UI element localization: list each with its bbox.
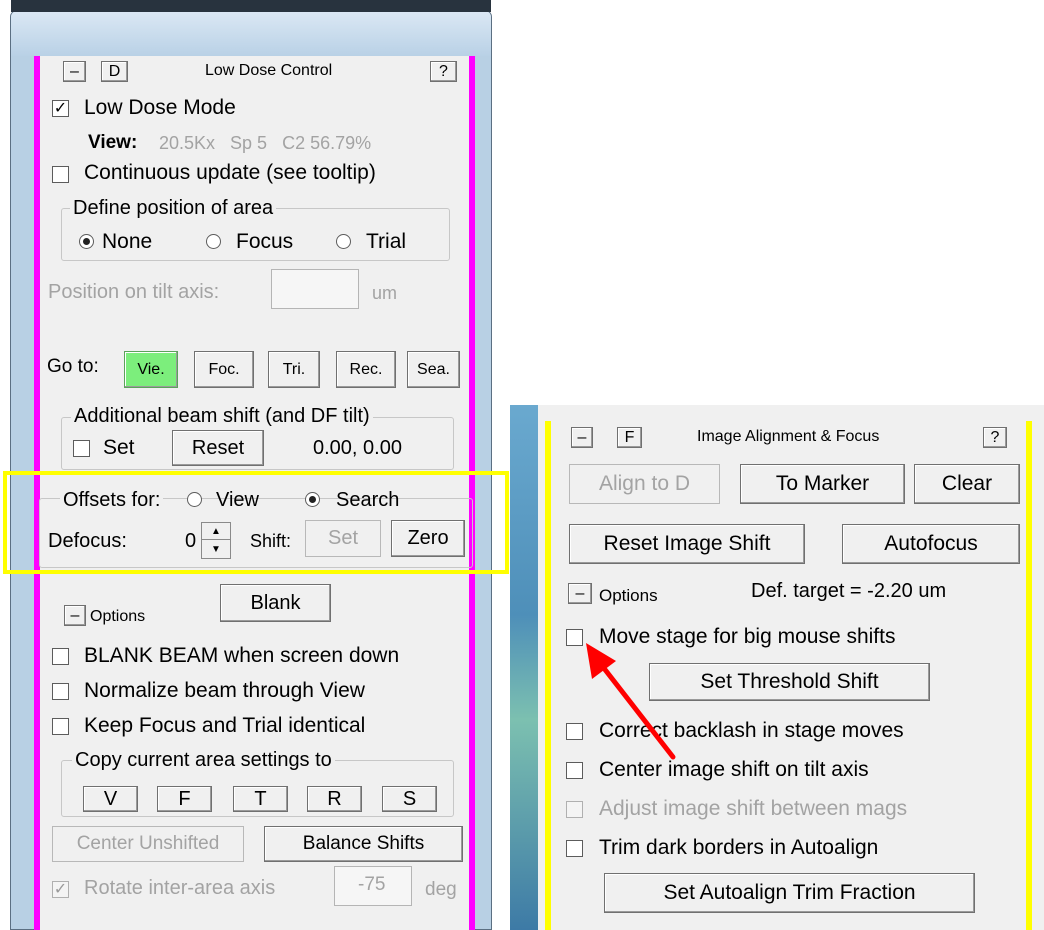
- collapse-button[interactable]: –: [63, 61, 86, 82]
- radio-focus-label: Focus: [236, 230, 294, 253]
- continuous-update-checkbox[interactable]: [52, 166, 69, 183]
- radio-trial[interactable]: [336, 234, 351, 249]
- highlight-box: [3, 471, 509, 574]
- view-label: View:: [88, 132, 138, 153]
- arrow-shaft: [600, 664, 676, 760]
- beam-shift-set-label: Set: [103, 436, 135, 459]
- beam-shift-set-checkbox[interactable]: [73, 440, 90, 457]
- rotate-value: -75: [358, 874, 386, 895]
- window-titlebar[interactable]: [11, 11, 491, 56]
- position-tilt-input[interactable]: [271, 269, 359, 309]
- keep-focus-checkbox[interactable]: [52, 718, 69, 735]
- keep-focus-label: Keep Focus and Trial identical: [84, 714, 366, 737]
- copy-f-button[interactable]: F: [157, 786, 212, 812]
- goto-record-button[interactable]: Rec.: [336, 351, 396, 388]
- help-button[interactable]: ?: [430, 61, 457, 82]
- copy-s-button[interactable]: S: [382, 786, 437, 812]
- copy-r-button[interactable]: R: [307, 786, 362, 812]
- position-tilt-unit: um: [372, 283, 398, 303]
- blank-beam-checkbox[interactable]: [52, 648, 69, 665]
- view-info: 20.5Kx Sp 5 C2 56.79%: [159, 133, 372, 153]
- define-position-legend: Define position of area: [70, 198, 277, 218]
- center-unshifted-button[interactable]: Center Unshifted: [52, 826, 244, 862]
- normalize-checkbox[interactable]: [52, 683, 69, 700]
- arrow-head-icon: [586, 643, 616, 679]
- beam-shift-reset-button[interactable]: Reset: [172, 430, 264, 466]
- goto-trial-button[interactable]: Tri.: [268, 351, 320, 388]
- options-label: Options: [90, 608, 146, 625]
- radio-none-label: None: [102, 230, 153, 253]
- radio-none[interactable]: [79, 234, 94, 249]
- low-dose-mode-label: Low Dose Mode: [84, 96, 236, 119]
- goto-search-button[interactable]: Sea.: [407, 351, 460, 388]
- rotate-unit: deg: [425, 879, 457, 900]
- low-dose-mode-checkbox[interactable]: ✓: [52, 100, 69, 117]
- copy-t-button[interactable]: T: [233, 786, 288, 812]
- normalize-label: Normalize beam through View: [84, 679, 365, 702]
- continuous-update-label: Continuous update (see tooltip): [84, 161, 376, 184]
- window-topbar-dark: [11, 0, 491, 12]
- annotation-arrow: [586, 643, 676, 760]
- rotate-checkbox[interactable]: ✓: [52, 881, 69, 898]
- panel-title: Low Dose Control: [205, 62, 333, 79]
- blank-beam-label: BLANK BEAM when screen down: [84, 644, 400, 667]
- goto-focus-button[interactable]: Foc.: [194, 351, 254, 388]
- options-collapse-button[interactable]: –: [64, 605, 86, 626]
- copy-legend: Copy current area settings to: [72, 750, 335, 770]
- radio-focus[interactable]: [206, 234, 221, 249]
- radio-trial-label: Trial: [366, 230, 407, 253]
- goto-view-button[interactable]: Vie.: [124, 351, 178, 388]
- rotate-label: Rotate inter-area axis: [84, 877, 276, 899]
- goto-label: Go to:: [47, 356, 99, 377]
- desktop-background: [510, 405, 538, 930]
- copy-v-button[interactable]: V: [83, 786, 138, 812]
- blank-button[interactable]: Blank: [220, 584, 331, 622]
- d-button[interactable]: D: [101, 61, 128, 82]
- beam-shift-legend: Additional beam shift (and DF tilt): [71, 406, 373, 426]
- position-tilt-label: Position on tilt axis:: [48, 281, 220, 303]
- beam-shift-value: 0.00, 0.00: [313, 437, 402, 459]
- balance-shifts-button[interactable]: Balance Shifts: [264, 826, 463, 862]
